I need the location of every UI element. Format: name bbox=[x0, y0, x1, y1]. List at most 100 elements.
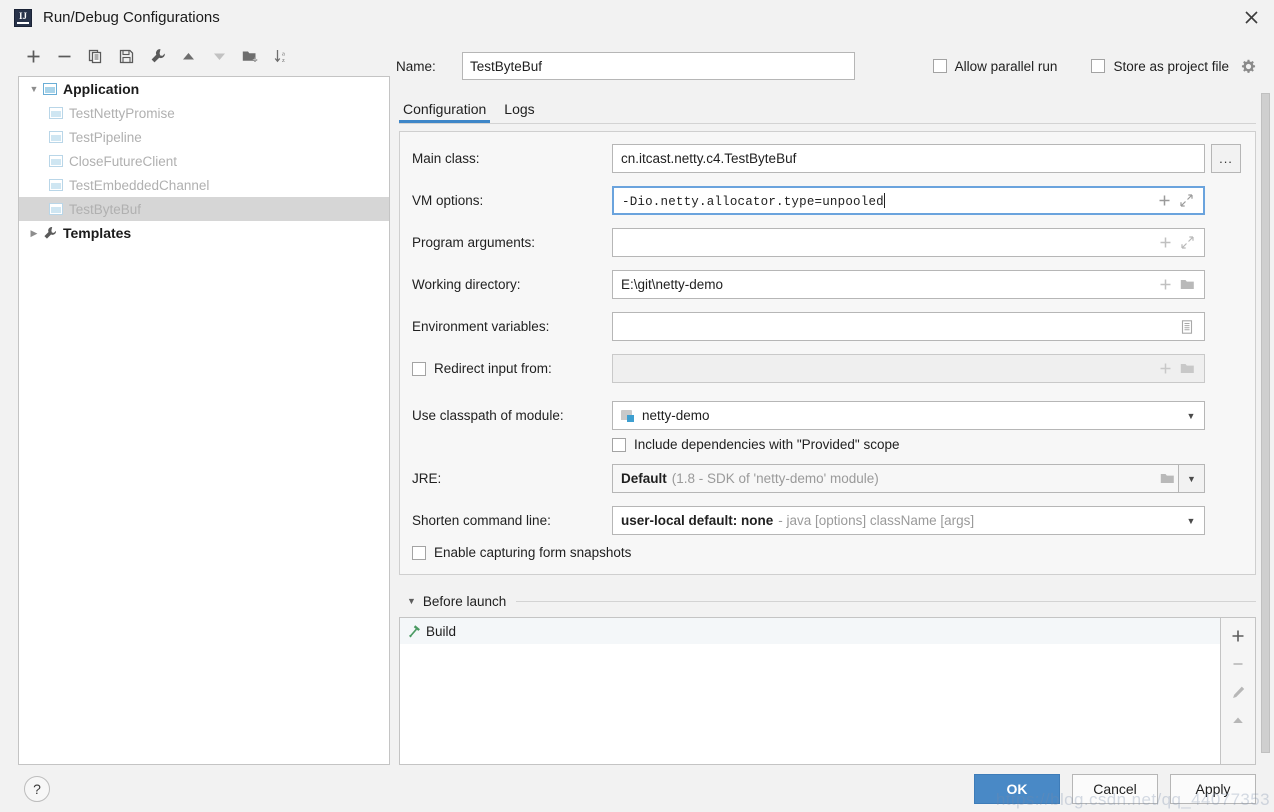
name-input[interactable] bbox=[462, 52, 855, 80]
apply-button[interactable]: Apply bbox=[1170, 773, 1256, 804]
main-class-row: Main class: cn.itcast.netty.c4.TestByteB… bbox=[412, 144, 1241, 173]
editor-scrollbar[interactable] bbox=[1260, 93, 1271, 755]
module-icon bbox=[621, 409, 635, 422]
edit-templates-wrench-icon[interactable] bbox=[142, 43, 173, 69]
tree-item-label: TestNettyPromise bbox=[69, 105, 175, 121]
main-class-value: cn.itcast.netty.c4.TestByteBuf bbox=[621, 151, 797, 166]
before-launch-title: Before launch bbox=[422, 593, 507, 609]
move-down-button[interactable] bbox=[204, 43, 235, 69]
svg-text:z: z bbox=[282, 57, 285, 64]
program-arguments-expand-diagonal-icon[interactable] bbox=[1176, 236, 1198, 249]
main-class-browse-button[interactable]: ... bbox=[1211, 144, 1241, 173]
before-launch-task-list[interactable]: Build bbox=[399, 617, 1220, 765]
shorten-command-line-row: Shorten command line: user-local default… bbox=[412, 506, 1241, 535]
tree-item-closefutureclient[interactable]: CloseFutureClient bbox=[19, 149, 389, 173]
allow-parallel-run-checkbox[interactable]: Allow parallel run bbox=[932, 58, 1058, 74]
gear-icon[interactable] bbox=[1241, 59, 1256, 74]
move-task-up-button[interactable] bbox=[1223, 706, 1253, 734]
chevron-down-icon[interactable]: ▼ bbox=[1178, 465, 1204, 492]
tree-item-testpipeline[interactable]: TestPipeline bbox=[19, 125, 389, 149]
tree-item-label: TestPipeline bbox=[69, 129, 142, 145]
use-classpath-of-module-label: Use classpath of module: bbox=[412, 408, 564, 423]
checkbox-box bbox=[412, 361, 426, 376]
tree-item-testnettypromise[interactable]: TestNettyPromise bbox=[19, 101, 389, 125]
working-directory-input[interactable]: E:\git\netty-demo bbox=[612, 270, 1205, 299]
scrollbar-thumb[interactable] bbox=[1261, 93, 1270, 753]
jre-row: JRE: Default (1.8 - SDK of 'netty-demo' … bbox=[412, 464, 1241, 493]
chevron-right-icon[interactable]: ▶ bbox=[25, 228, 43, 239]
allow-parallel-run-label: Allow parallel run bbox=[954, 58, 1058, 74]
before-launch-task-build[interactable]: Build bbox=[400, 618, 1220, 644]
checkbox-box bbox=[612, 437, 626, 452]
add-configuration-button[interactable] bbox=[18, 43, 49, 69]
include-provided-scope-checkbox[interactable]: Include dependencies with "Provided" sco… bbox=[612, 437, 900, 452]
tab-configuration[interactable]: Configuration bbox=[399, 101, 491, 123]
dialog-footer: ? OK Cancel Apply https://blog.csdn.net/… bbox=[0, 765, 1274, 812]
intellij-idea-icon bbox=[14, 8, 32, 27]
use-classpath-of-module-dropdown[interactable]: netty-demo ▼ bbox=[612, 401, 1205, 430]
vm-options-expand-diagonal-icon[interactable] bbox=[1175, 194, 1197, 207]
working-directory-folder-icon[interactable] bbox=[1176, 278, 1198, 291]
vm-options-label: VM options: bbox=[412, 193, 484, 208]
run-debug-configurations-dialog: Run/Debug Configurations bbox=[0, 0, 1274, 812]
help-button[interactable]: ? bbox=[24, 775, 50, 802]
cancel-button[interactable]: Cancel bbox=[1072, 773, 1158, 804]
remove-configuration-button[interactable] bbox=[49, 43, 80, 69]
ok-button[interactable]: OK bbox=[974, 773, 1060, 804]
add-before-launch-task-button[interactable] bbox=[1223, 622, 1253, 650]
save-configuration-button[interactable] bbox=[111, 43, 142, 69]
tree-item-testembeddedchannel[interactable]: TestEmbeddedChannel bbox=[19, 173, 389, 197]
tree-item-templates[interactable]: ▶ Templates bbox=[19, 221, 389, 245]
tab-logs[interactable]: Logs bbox=[500, 101, 538, 123]
move-up-button[interactable] bbox=[173, 43, 204, 69]
vm-options-input[interactable]: -Dio.netty.allocator.type=unpooled bbox=[612, 186, 1205, 215]
remove-before-launch-task-button[interactable] bbox=[1223, 650, 1253, 678]
redirect-input-folder-icon[interactable] bbox=[1176, 362, 1198, 375]
working-directory-macro-icon[interactable] bbox=[1154, 278, 1176, 291]
sort-configurations-button[interactable]: a z bbox=[266, 43, 297, 69]
enable-form-snapshots-checkbox[interactable]: Enable capturing form snapshots bbox=[412, 545, 631, 560]
jre-label: JRE: bbox=[412, 471, 442, 486]
before-launch-divider bbox=[516, 600, 1256, 602]
program-arguments-label: Program arguments: bbox=[412, 235, 536, 250]
redirect-input-checkbox[interactable]: Redirect input from: bbox=[412, 361, 552, 376]
chevron-down-icon[interactable]: ▼ bbox=[407, 596, 416, 606]
environment-variables-list-editor-icon[interactable] bbox=[1176, 319, 1198, 334]
chevron-down-icon[interactable]: ▼ bbox=[25, 84, 43, 94]
environment-variables-input[interactable] bbox=[612, 312, 1205, 341]
working-directory-value: E:\git\netty-demo bbox=[621, 277, 724, 292]
working-directory-row: Working directory: E:\git\netty-demo bbox=[412, 270, 1241, 299]
jre-description: (1.8 - SDK of 'netty-demo' module) bbox=[671, 471, 879, 486]
program-arguments-input[interactable] bbox=[612, 228, 1205, 257]
jre-dropdown[interactable]: Default (1.8 - SDK of 'netty-demo' modul… bbox=[612, 464, 1205, 493]
use-classpath-of-module-value: netty-demo bbox=[642, 408, 710, 423]
chevron-down-icon[interactable]: ▼ bbox=[1178, 516, 1204, 526]
close-icon[interactable] bbox=[1228, 0, 1274, 35]
main-class-input[interactable]: cn.itcast.netty.c4.TestByteBuf bbox=[612, 144, 1205, 173]
environment-variables-label: Environment variables: bbox=[412, 319, 550, 334]
redirect-input-field[interactable] bbox=[612, 354, 1205, 383]
edit-before-launch-task-pencil-icon[interactable] bbox=[1223, 678, 1253, 706]
shorten-command-line-dropdown[interactable]: user-local default: none - java [options… bbox=[612, 506, 1205, 535]
shorten-command-line-description: - java [options] className [args] bbox=[778, 513, 975, 528]
configuration-form: Main class: cn.itcast.netty.c4.TestByteB… bbox=[399, 131, 1256, 575]
store-as-project-file-checkbox[interactable]: Store as project file bbox=[1091, 59, 1229, 74]
tree-item-testbytebuf[interactable]: TestByteBuf bbox=[19, 197, 389, 221]
copy-configuration-button[interactable] bbox=[80, 43, 111, 69]
jre-folder-icon[interactable] bbox=[1156, 472, 1178, 485]
tree-item-application[interactable]: ▼ Application bbox=[19, 77, 389, 101]
tree-item-label: Templates bbox=[63, 225, 132, 241]
configurations-tree[interactable]: ▼ Application TestNettyPromise TestPipel… bbox=[18, 76, 390, 765]
environment-variables-row: Environment variables: bbox=[412, 312, 1241, 341]
checkbox-box bbox=[932, 59, 947, 73]
new-folder-button[interactable] bbox=[235, 43, 266, 69]
redirect-input-macro-icon[interactable] bbox=[1154, 362, 1176, 375]
program-arguments-macro-icon[interactable] bbox=[1154, 236, 1176, 249]
vm-options-macro-icon[interactable] bbox=[1153, 194, 1175, 207]
enable-form-snapshots-label: Enable capturing form snapshots bbox=[434, 545, 632, 560]
before-launch-toolbar bbox=[1220, 617, 1256, 765]
editor-tabs: Configuration Logs bbox=[396, 95, 1274, 123]
configurations-panel: a z ▼ Application TestNettyPromise TestP… bbox=[0, 35, 390, 765]
chevron-down-icon[interactable]: ▼ bbox=[1178, 411, 1204, 421]
working-directory-label: Working directory: bbox=[412, 277, 521, 292]
